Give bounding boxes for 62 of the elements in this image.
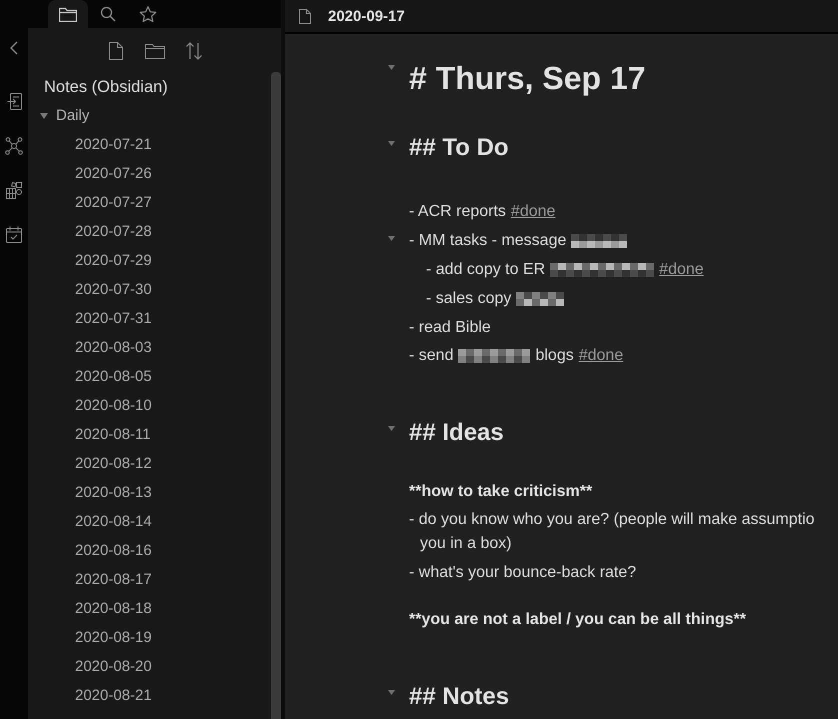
file-tree-item[interactable]: 2020-07-26 [28,159,158,188]
chevron-left-icon[interactable] [10,41,18,55]
file-tree-item[interactable]: 2020-08-16 [28,536,158,565]
list-item-text: blogs [535,346,574,366]
sidebar-tab[interactable] [48,0,88,28]
page-heading: # Thurs, Sep 17 [409,59,646,98]
list-item-text: - send [409,346,454,366]
file-tree-item[interactable]: 2020-08-13 [28,478,158,507]
folder-icon [144,43,164,59]
graph-icon[interactable] [5,137,23,155]
file-tree-item[interactable]: 2020-08-17 [28,565,158,594]
folder-tree-item[interactable]: Daily [28,101,96,130]
list-item-text: - read Bible [409,318,491,338]
file-tree-item[interactable]: 2020-08-11 [28,420,157,449]
file-tree-item[interactable]: 2020-08-18 [28,594,158,623]
tag-link[interactable]: #done [578,344,624,368]
section-heading: ## Notes [409,682,510,712]
grid-shapes-icon[interactable] [6,182,22,199]
fold-caret-icon[interactable] [388,65,395,70]
file-tree-item[interactable]: 2020-08-12 [28,449,158,478]
file-icon [108,42,122,60]
file-tree-item[interactable]: 2020-07-28 [28,217,158,246]
search-icon [100,6,116,22]
pixelated-redaction [571,234,628,248]
list-item-text: - what's your bounce-back rate? [409,562,636,583]
fold-caret-icon[interactable] [388,141,395,146]
list-item-text: - ACR reports [409,202,506,222]
file-tree-item[interactable]: 2020-08-03 [28,333,158,362]
file-tree-item[interactable]: 2020-08-19 [28,623,158,652]
file-tree-item[interactable]: 2020-07-31 [28,304,158,333]
tag-link[interactable]: #done [659,258,704,282]
list-item-text: - add copy to ER [426,260,546,280]
scrollbar-thumb[interactable] [271,72,281,719]
sort-arrows-icon [184,42,202,60]
file-tree-item[interactable]: 2020-07-29 [28,246,158,275]
file-tree-item[interactable]: 2020-07-21 [28,130,158,159]
list-item-text: - do you know who you are? (people will make assumptio you in a box) [409,510,815,554]
file-tree-item[interactable]: 2020-08-14 [28,507,158,536]
file-tree-item[interactable]: 2020-08-05 [28,362,158,391]
file-tree-item[interactable]: 2020-08-20 [28,652,158,681]
file-tree-item[interactable]: 2020-07-27 [28,188,158,217]
file-tree-item[interactable]: 2020-08-21 [28,681,158,710]
calendar-check-icon[interactable] [6,226,22,243]
tag-link[interactable]: #done [510,200,556,224]
bold-paragraph: **how to take criticism** [409,482,592,502]
note-title: 2020-09-17 [328,8,405,24]
file-icon [299,8,311,24]
bold-paragraph: **you are not a label / you can be all things** [409,610,746,630]
list-item-text: - sales copy [426,288,512,309]
caret-down-icon[interactable] [40,112,48,118]
list-item-text: - MM tasks - message [409,231,566,252]
fold-caret-icon[interactable] [388,236,395,242]
fold-caret-icon[interactable] [388,426,395,431]
file-tree-item[interactable]: 2020-08-10 [28,391,158,420]
folder-icon [59,6,77,22]
file-tree-item[interactable]: 2020-07-30 [28,275,158,304]
star-icon [139,6,157,22]
section-heading: ## To Do [409,133,509,163]
vault-name: Notes (Obsidian) [43,77,168,98]
section-heading: ## Ideas [409,418,504,448]
fold-caret-icon[interactable] [388,690,395,696]
pixelated-redaction [516,292,564,306]
